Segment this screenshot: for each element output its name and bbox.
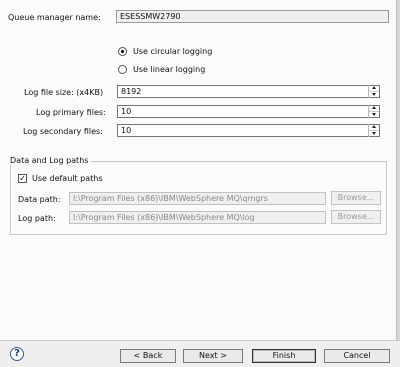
log-primary-files-label: Log primary files: (36, 108, 106, 117)
linear-logging-radio[interactable] (118, 65, 127, 74)
cancel-button[interactable]: Cancel (324, 349, 390, 363)
window-edge (396, 0, 400, 366)
back-button[interactable]: < Back (120, 349, 176, 363)
finish-button[interactable]: Finish (252, 349, 316, 363)
linear-logging-label[interactable]: Use linear logging (133, 65, 205, 74)
next-button[interactable]: Next > (183, 349, 243, 363)
log-primary-files-input[interactable]: 10 (117, 105, 380, 118)
spin-up-icon[interactable] (369, 85, 379, 92)
use-default-paths-label[interactable]: Use default paths (32, 174, 103, 183)
spin-down-icon[interactable] (369, 92, 379, 98)
spin-down-icon[interactable] (369, 112, 379, 118)
queue-manager-name-field: ESESSMW2790 (116, 10, 389, 23)
data-path-browse-button[interactable]: Browse... (331, 191, 381, 205)
log-path-label: Log path: (18, 214, 56, 223)
log-file-size-input[interactable]: 8192 (117, 85, 380, 98)
circular-logging-label[interactable]: Use circular logging (133, 47, 212, 56)
spin-down-icon[interactable] (369, 131, 379, 137)
help-icon[interactable]: ? (10, 347, 24, 361)
log-file-size-label: Log file size: (x4KB) (24, 88, 104, 97)
log-primary-files-spinner[interactable] (368, 105, 379, 118)
data-log-paths-group-label: Data and Log paths (10, 156, 92, 165)
log-path-input[interactable]: I:\Program Files (x86)\IBM\WebSphere MQ\… (69, 211, 326, 224)
circular-logging-radio[interactable] (118, 47, 127, 56)
log-path-browse-button[interactable]: Browse... (331, 210, 381, 224)
data-path-input[interactable]: I:\Program Files (x86)\IBM\WebSphere MQ\… (69, 192, 326, 205)
log-secondary-files-input[interactable]: 10 (117, 124, 380, 137)
log-file-size-spinner[interactable] (368, 85, 379, 98)
log-secondary-files-spinner[interactable] (368, 124, 379, 137)
queue-manager-name-label: Queue manager name: (8, 13, 101, 22)
data-path-label: Data path: (18, 195, 61, 204)
log-secondary-files-label: Log secondary files: (23, 127, 103, 136)
use-default-paths-checkbox[interactable]: ✓ (18, 174, 27, 183)
spin-up-icon[interactable] (369, 105, 379, 112)
wizard-footer: ? < Back Next > Finish Cancel (0, 340, 400, 367)
spin-up-icon[interactable] (369, 124, 379, 131)
